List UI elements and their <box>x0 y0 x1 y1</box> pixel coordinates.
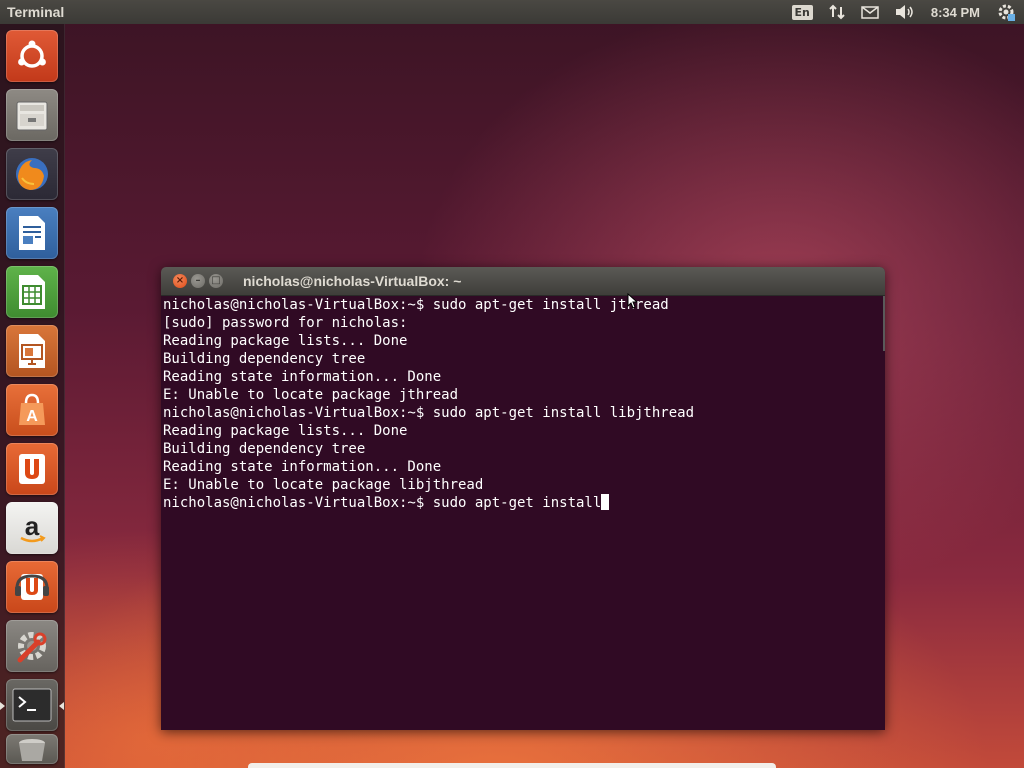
active-app-title: Terminal <box>7 4 65 20</box>
launcher-terminal[interactable] <box>6 679 58 731</box>
launcher-amazon[interactable]: a <box>6 502 58 554</box>
bottom-edge-window <box>248 763 776 768</box>
close-button[interactable]: × <box>173 274 187 288</box>
launcher-firefox[interactable] <box>6 148 58 200</box>
terminal-focused-indicator <box>59 702 64 710</box>
launcher-calc[interactable] <box>6 266 58 318</box>
keyboard-layout-indicator[interactable]: En <box>784 0 821 24</box>
software-center-icon: A <box>13 391 51 429</box>
launcher-writer[interactable] <box>6 207 58 259</box>
indicator-area: En 8:34 PM <box>784 0 1024 24</box>
launcher-music-store[interactable] <box>6 561 58 613</box>
keyboard-layout-label: En <box>791 4 813 20</box>
close-icon: × <box>175 275 185 286</box>
writer-icon <box>14 213 50 253</box>
settings-gear-icon[interactable] <box>988 0 1024 24</box>
mouse-pointer-icon <box>627 292 639 313</box>
terminal-titlebar[interactable]: × – □ nicholas@nicholas-VirtualBox: ~ <box>161 267 885 296</box>
file-cabinet-icon <box>13 96 51 134</box>
firefox-icon <box>12 154 52 194</box>
maximize-icon: □ <box>211 275 221 286</box>
terminal-line: E: Unable to locate package libjthread <box>163 477 484 493</box>
amazon-icon: a <box>13 509 51 547</box>
text-cursor <box>601 494 610 510</box>
terminal-window[interactable]: × – □ nicholas@nicholas-VirtualBox: ~ ni… <box>161 267 885 730</box>
mail-icon[interactable] <box>853 0 887 24</box>
network-icon[interactable] <box>821 0 853 24</box>
terminal-line: Reading package lists... Done <box>163 423 408 439</box>
terminal-line: Building dependency tree <box>163 441 366 457</box>
calc-icon <box>14 272 50 312</box>
minimize-button[interactable]: – <box>191 274 205 288</box>
terminal-line: Building dependency tree <box>163 351 366 367</box>
launcher-software-center[interactable]: A <box>6 384 58 436</box>
terminal-line: nicholas@nicholas-VirtualBox:~$ sudo apt… <box>163 405 695 421</box>
terminal-icon <box>12 688 52 722</box>
settings-wrench-icon <box>12 626 52 666</box>
terminal-title: nicholas@nicholas-VirtualBox: ~ <box>243 273 462 289</box>
launcher-impress[interactable] <box>6 325 58 377</box>
terminal-output[interactable]: nicholas@nicholas-VirtualBox:~$ sudo apt… <box>161 296 885 729</box>
terminal-input[interactable]: nicholas@nicholas-VirtualBox:~$ sudo apt… <box>163 495 601 511</box>
launcher-trash[interactable] <box>6 734 58 764</box>
impress-icon <box>14 331 50 371</box>
clock[interactable]: 8:34 PM <box>923 5 988 20</box>
volume-icon[interactable] <box>887 0 923 24</box>
maximize-button[interactable]: □ <box>209 274 223 288</box>
trash-icon <box>15 737 49 761</box>
ubuntu-logo-icon <box>15 39 49 73</box>
terminal-line: [sudo] password for nicholas: <box>163 315 408 331</box>
terminal-prompt-line[interactable]: nicholas@nicholas-VirtualBox:~$ sudo apt… <box>163 494 885 512</box>
svg-text:A: A <box>26 408 38 425</box>
terminal-line: E: Unable to locate package jthread <box>163 387 459 403</box>
terminal-line: Reading state information... Done <box>163 459 442 475</box>
terminal-line: Reading package lists... Done <box>163 333 408 349</box>
terminal-line: Reading state information... Done <box>163 369 442 385</box>
terminal-line: nicholas@nicholas-VirtualBox:~$ sudo apt… <box>163 297 669 313</box>
terminal-running-indicator <box>0 702 5 710</box>
svg-text:a: a <box>25 511 40 541</box>
ubuntu-one-icon <box>13 450 51 488</box>
launcher-ubuntu-one[interactable] <box>6 443 58 495</box>
top-panel: Terminal En 8:34 PM <box>0 0 1024 24</box>
minimize-icon: – <box>195 275 201 286</box>
launcher-system-settings[interactable] <box>6 620 58 672</box>
music-store-icon <box>13 568 51 606</box>
launcher-files[interactable] <box>6 89 58 141</box>
terminal-scrollbar[interactable] <box>883 296 885 351</box>
launcher-dash-home[interactable] <box>6 30 58 82</box>
launcher: A a <box>0 24 65 768</box>
